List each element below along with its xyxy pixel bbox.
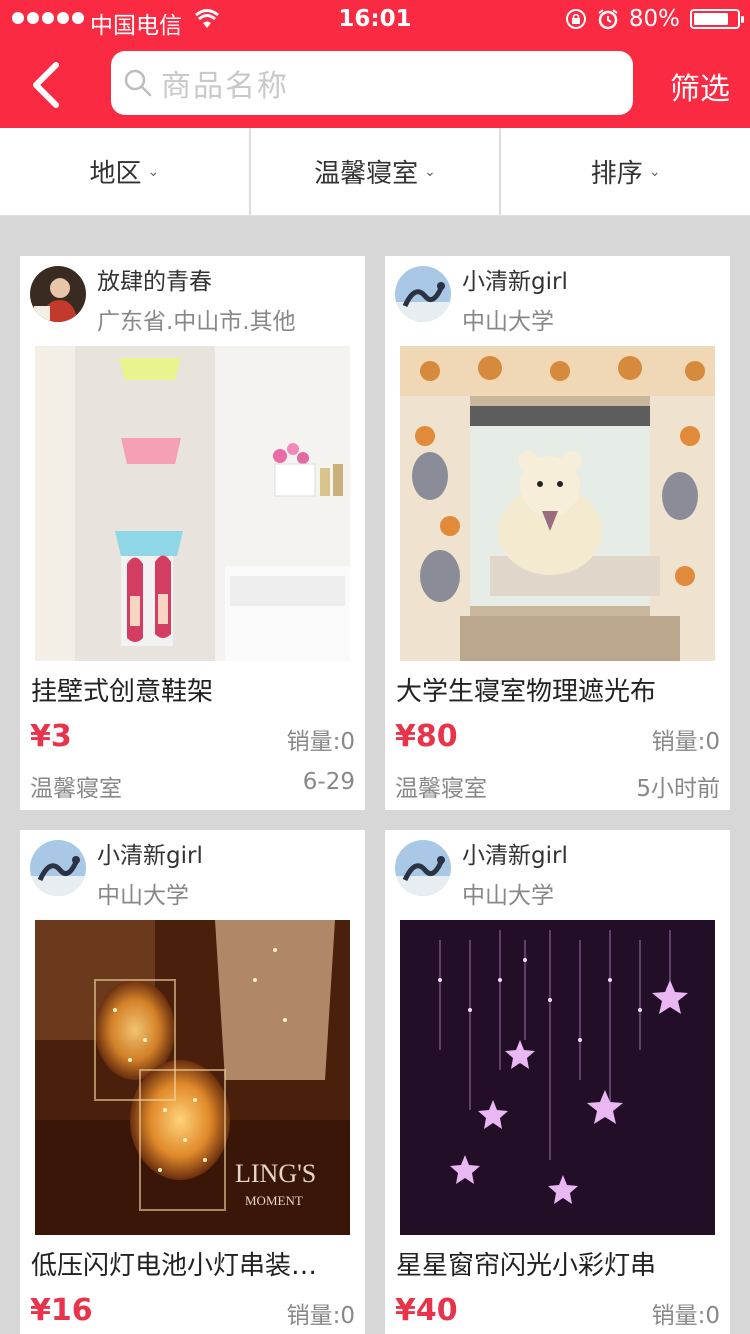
tab-region[interactable]: 地区 ⌄ <box>0 128 251 215</box>
seller-name[interactable]: 小清新girl <box>462 836 568 870</box>
watermark-line2: MOMENT <box>245 1193 303 1208</box>
seller-name[interactable]: 小清新girl <box>462 262 568 296</box>
product-image[interactable]: LING'S MOMENT <box>35 920 350 1235</box>
product-title[interactable]: 大学生寝室物理遮光布 <box>396 671 721 708</box>
product-card[interactable]: 小清新girl 中山大学 大学生寝室物理遮光布 ¥80 销量:0 温馨寝室 5小… <box>385 256 730 810</box>
search-icon <box>124 69 152 97</box>
filter-tabs: 地区 ⌄ 温馨寝室 ⌄ 排序 ⌄ <box>0 128 750 216</box>
product-price: ¥16 <box>30 1293 93 1328</box>
product-category: 温馨寝室 <box>395 776 487 802</box>
product-card[interactable]: 小清新girl 中山大学 <box>20 830 365 1334</box>
seller-location: 中山大学 <box>462 309 554 335</box>
seller-name[interactable]: 小清新girl <box>97 836 203 870</box>
product-title[interactable]: 星星窗帘闪光小彩灯串 <box>396 1245 721 1282</box>
avatar[interactable] <box>30 266 86 322</box>
product-price: ¥80 <box>395 719 458 754</box>
app-header: 中国电信 16:01 80% 商品名称 筛选 <box>0 0 750 128</box>
search-placeholder: 商品名称 <box>161 69 289 104</box>
filter-button[interactable]: 筛选 <box>670 64 730 108</box>
tab-category[interactable]: 温馨寝室 ⌄ <box>251 128 502 215</box>
product-sales: 销量:0 <box>286 1303 355 1329</box>
product-category: 温馨寝室 <box>30 776 122 802</box>
seller-location: 中山大学 <box>97 883 189 909</box>
seller-location: 广东省.中山市.其他 <box>97 309 296 335</box>
seller-location: 中山大学 <box>462 883 554 909</box>
battery-icon <box>690 9 744 29</box>
product-card[interactable]: 小清新girl 中山大学 <box>385 830 730 1334</box>
tab-sort[interactable]: 排序 ⌄ <box>501 128 750 215</box>
product-date: 6-29 <box>302 769 355 795</box>
product-sales: 销量:0 <box>651 1303 720 1329</box>
product-title[interactable]: 低压闪灯电池小灯串装… <box>31 1245 356 1282</box>
tab-label: 温馨寝室 <box>314 159 419 189</box>
tab-label: 地区 <box>89 159 142 189</box>
product-card[interactable]: 放肆的青春 广东省.中山市.其他 挂壁式创意鞋架 ¥3 销量:0 温馨寝室 6-… <box>20 256 365 810</box>
alarm-icon <box>598 9 618 30</box>
product-sales: 销量:0 <box>651 729 720 755</box>
chevron-down-icon: ⌄ <box>147 163 160 180</box>
seller-name[interactable]: 放肆的青春 <box>97 262 212 296</box>
back-arrow-icon[interactable] <box>28 60 68 110</box>
battery-percent: 80% <box>628 6 680 32</box>
product-date: 5小时前 <box>636 776 720 802</box>
watermark-line1: LING'S <box>235 1159 316 1188</box>
product-sales: 销量:0 <box>286 729 355 755</box>
avatar[interactable] <box>395 266 451 322</box>
product-image[interactable] <box>35 346 350 661</box>
product-image[interactable] <box>400 346 715 661</box>
product-image[interactable] <box>400 920 715 1235</box>
chevron-down-icon: ⌄ <box>648 163 661 180</box>
product-title[interactable]: 挂壁式创意鞋架 <box>31 671 356 708</box>
avatar[interactable] <box>395 840 451 896</box>
chevron-down-icon: ⌄ <box>424 163 436 180</box>
avatar[interactable] <box>30 840 86 896</box>
search-input[interactable]: 商品名称 <box>111 51 633 115</box>
rotation-lock-icon <box>565 9 586 29</box>
product-price: ¥40 <box>395 1293 458 1328</box>
tab-label: 排序 <box>590 159 643 189</box>
product-price: ¥3 <box>30 719 72 754</box>
status-bar: 中国电信 16:01 80% <box>0 0 750 40</box>
